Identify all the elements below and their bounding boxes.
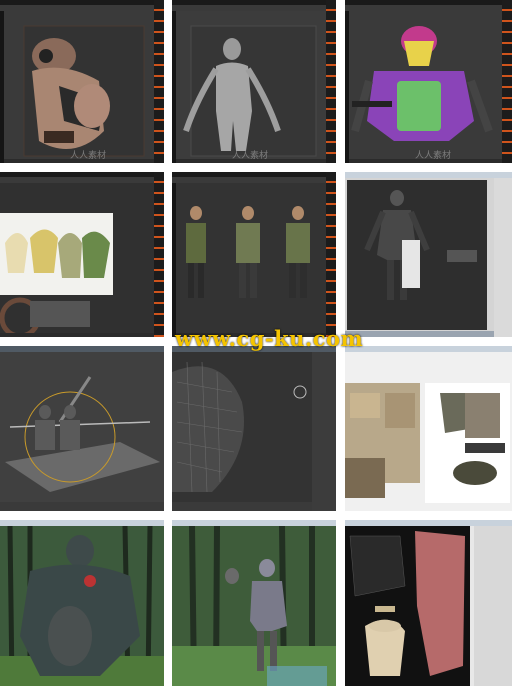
zbrush-right-tray[interactable] bbox=[326, 172, 336, 337]
viewport-wireframe[interactable] bbox=[172, 352, 312, 502]
panel-zbrush-armor-torso[interactable]: 人人素材 bbox=[0, 0, 164, 163]
panel-zbrush-color-reference[interactable] bbox=[0, 172, 164, 337]
max-command-panel[interactable] bbox=[494, 178, 512, 337]
zbrush-right-tray[interactable] bbox=[154, 172, 164, 337]
watermark-text: 人人素材 bbox=[415, 151, 452, 161]
panel-photoshop-uv-map[interactable] bbox=[345, 520, 512, 686]
panel-render-forest-a[interactable] bbox=[0, 520, 164, 686]
canvas-uv-map[interactable] bbox=[345, 526, 470, 686]
site-watermark: www.cg-ku.com bbox=[175, 326, 364, 351]
panel-zbrush-base-body[interactable]: 人人素材 bbox=[172, 0, 336, 163]
panel-photoshop-gear-reference[interactable] bbox=[345, 346, 512, 511]
viewport-base-body[interactable] bbox=[176, 11, 326, 159]
panel-render-forest-b[interactable] bbox=[172, 520, 336, 686]
viewport-three-views[interactable] bbox=[176, 183, 326, 333]
zbrush-right-tray[interactable] bbox=[154, 0, 164, 163]
viewport-armor-torso[interactable] bbox=[4, 11, 154, 159]
watermark-text: 人人素材 bbox=[70, 151, 107, 161]
panel-3dsmax-rig[interactable] bbox=[0, 346, 164, 511]
viewport-max-character[interactable] bbox=[347, 180, 487, 330]
render-forest-a[interactable] bbox=[0, 526, 164, 686]
panel-3dsmax-wireframe[interactable] bbox=[172, 346, 336, 511]
watermark-text: 人人素材 bbox=[232, 151, 269, 161]
viewport-polygroups[interactable] bbox=[349, 11, 502, 159]
panel-zbrush-polygroups[interactable]: 人人素材 bbox=[345, 0, 512, 163]
max-command-panel[interactable] bbox=[312, 352, 336, 511]
viewport-color-reference[interactable] bbox=[0, 183, 154, 333]
max-menu-bar[interactable] bbox=[345, 172, 512, 178]
panel-zbrush-three-views[interactable] bbox=[172, 172, 336, 337]
max-timeline[interactable] bbox=[345, 331, 494, 337]
panel-3dsmax-character[interactable] bbox=[345, 172, 512, 337]
ps-menu-bar[interactable] bbox=[345, 346, 512, 352]
canvas-gear-reference[interactable] bbox=[345, 353, 512, 511]
zbrush-right-tray[interactable] bbox=[502, 0, 512, 163]
viewport-rig[interactable] bbox=[0, 352, 164, 502]
render-forest-b[interactable] bbox=[172, 526, 336, 686]
ps-layers-panel[interactable] bbox=[474, 526, 512, 686]
zbrush-right-tray[interactable] bbox=[326, 0, 336, 163]
